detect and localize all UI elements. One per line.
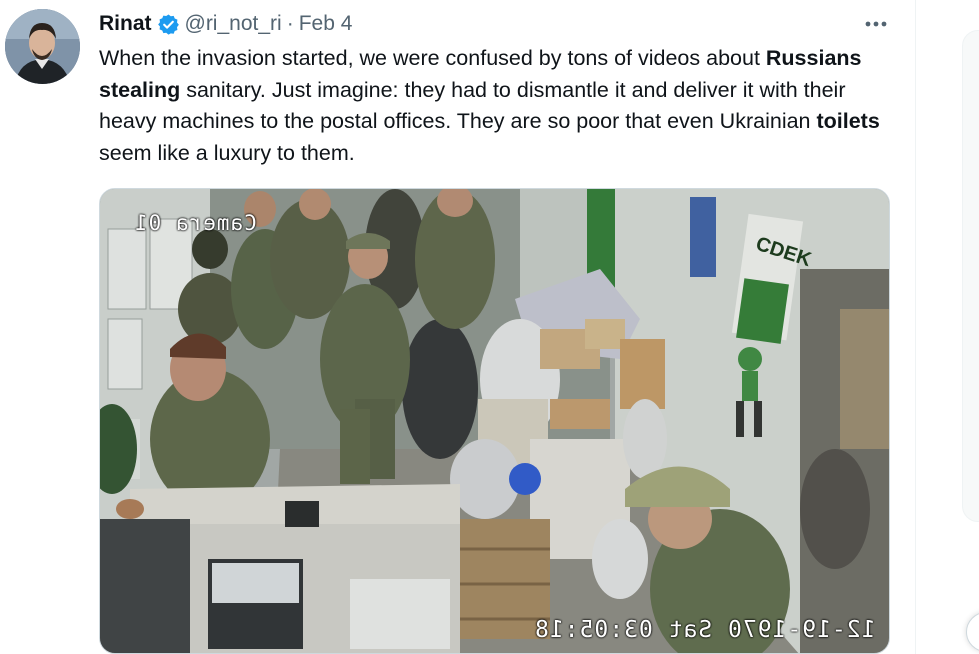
sidebar-floating-button[interactable] [966,612,979,652]
page: Rinat @ri_not_ri · Feb 4 When the invasi… [0,0,979,654]
separator-dot: · [286,12,294,35]
camera-label: Camera 01 [134,211,257,235]
more-horizontal-icon[interactable] [858,10,894,38]
sidebar-card[interactable] [962,30,979,522]
tweet-text-part: seem like a luxury to them. [99,140,355,165]
tweet-text-bold: toilets [816,109,880,133]
tweet-text: When the invasion started, we were confu… [99,43,899,169]
tweet-date[interactable]: Feb 4 [299,12,353,36]
tweet-text-part: When the invasion started, we were confu… [99,46,766,70]
tweet-media-image[interactable]: Camera 01 CDEK 12-19-1970 Sat 03:05:18 [99,188,890,654]
handle[interactable]: @ri_not_ri [185,12,282,36]
tweet-text-part: sanitary. Just imagine: they had to dism… [99,77,846,134]
tweet[interactable]: Rinat @ri_not_ri · Feb 4 When the invasi… [0,0,915,654]
column-divider [915,0,916,654]
avatar[interactable] [5,9,80,84]
display-name[interactable]: Rinat [99,12,152,36]
verified-badge-icon [157,13,180,36]
camera-timestamp: 12-19-1970 Sat 03:05:18 [533,617,876,643]
tweet-header: Rinat @ri_not_ri · Feb 4 [99,9,352,39]
